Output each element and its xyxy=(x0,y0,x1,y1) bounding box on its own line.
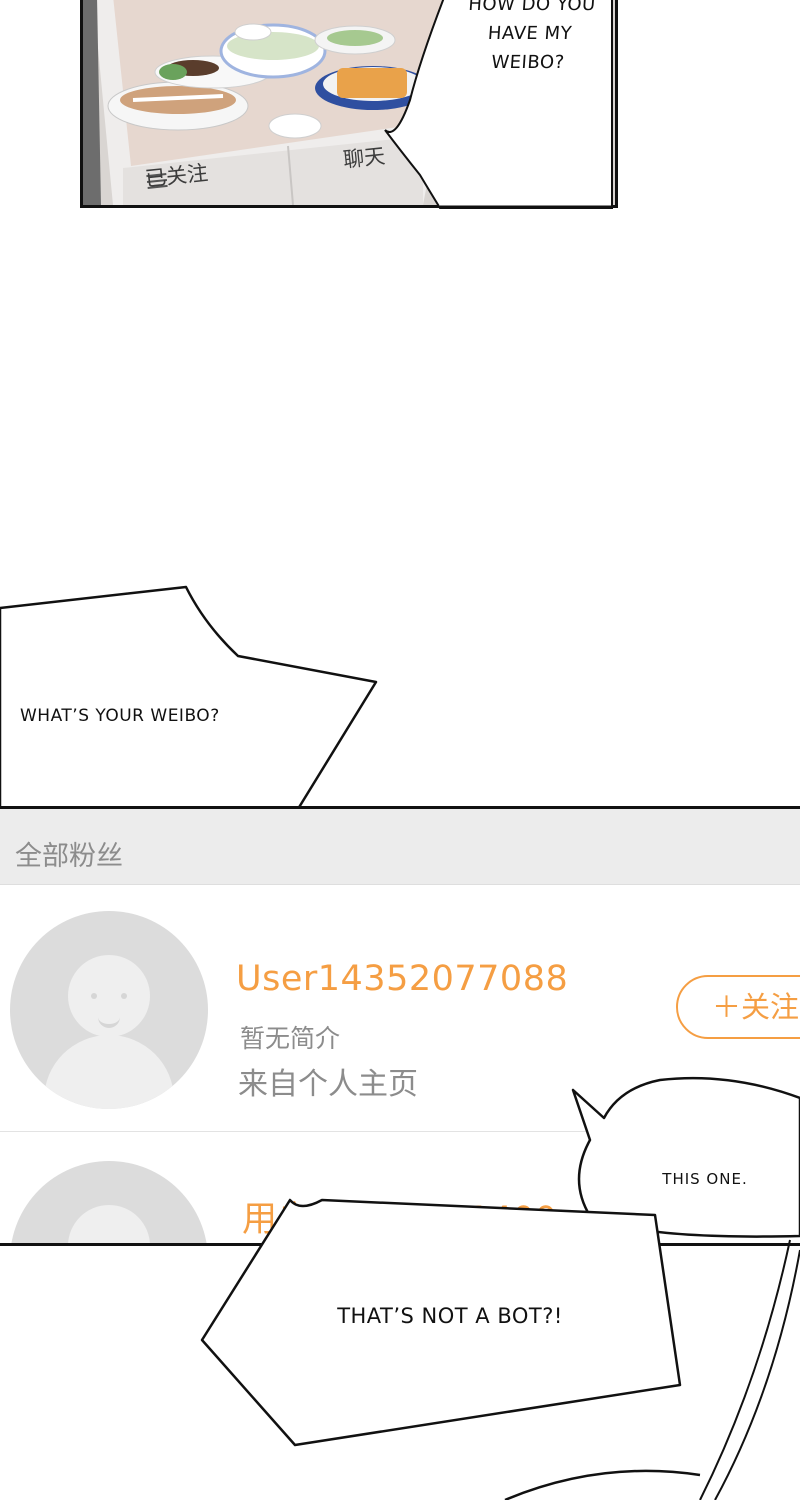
whats-your-weibo-bubble xyxy=(0,585,378,824)
avatar-body xyxy=(44,1035,174,1109)
avatar-eye xyxy=(91,993,97,999)
bubble-line-3: WEIBO? xyxy=(490,52,566,73)
user-source: 来自个人主页 xyxy=(238,1067,418,1102)
user-name-link[interactable]: User14352077088 xyxy=(236,959,568,999)
whats-your-weibo-text: WHAT’S YOUR WEIBO? xyxy=(20,706,220,726)
all-fans-title: 全部粉丝 xyxy=(15,841,123,872)
fans-list-header: 全部粉丝 xyxy=(0,809,800,885)
thats-not-a-bot-text: THAT’S NOT A BOT?! xyxy=(337,1304,563,1328)
how-do-you-have-my-weibo-text: HOW DO YOU HAVE MY WEIBO? xyxy=(442,0,618,77)
row-divider xyxy=(0,1131,800,1132)
user-bio: 暂无简介 xyxy=(240,1024,341,1053)
bubble-line-2: HAVE MY xyxy=(487,23,573,44)
user-avatar[interactable] xyxy=(10,911,208,1109)
user-avatar[interactable] xyxy=(10,1161,208,1243)
bottom-speech-bubbles xyxy=(200,1076,800,1500)
avatar-head xyxy=(68,1205,150,1243)
follow-button[interactable]: ＋关注 xyxy=(676,975,800,1039)
avatar-eye xyxy=(121,993,127,999)
user-name-link[interactable]: 用户13333451400 xyxy=(242,1191,557,1242)
bubble-line-1: HOW DO YOU xyxy=(467,0,597,15)
chat-label: 聊天 xyxy=(341,143,387,173)
this-one-text: THIS ONE. xyxy=(662,1170,748,1188)
